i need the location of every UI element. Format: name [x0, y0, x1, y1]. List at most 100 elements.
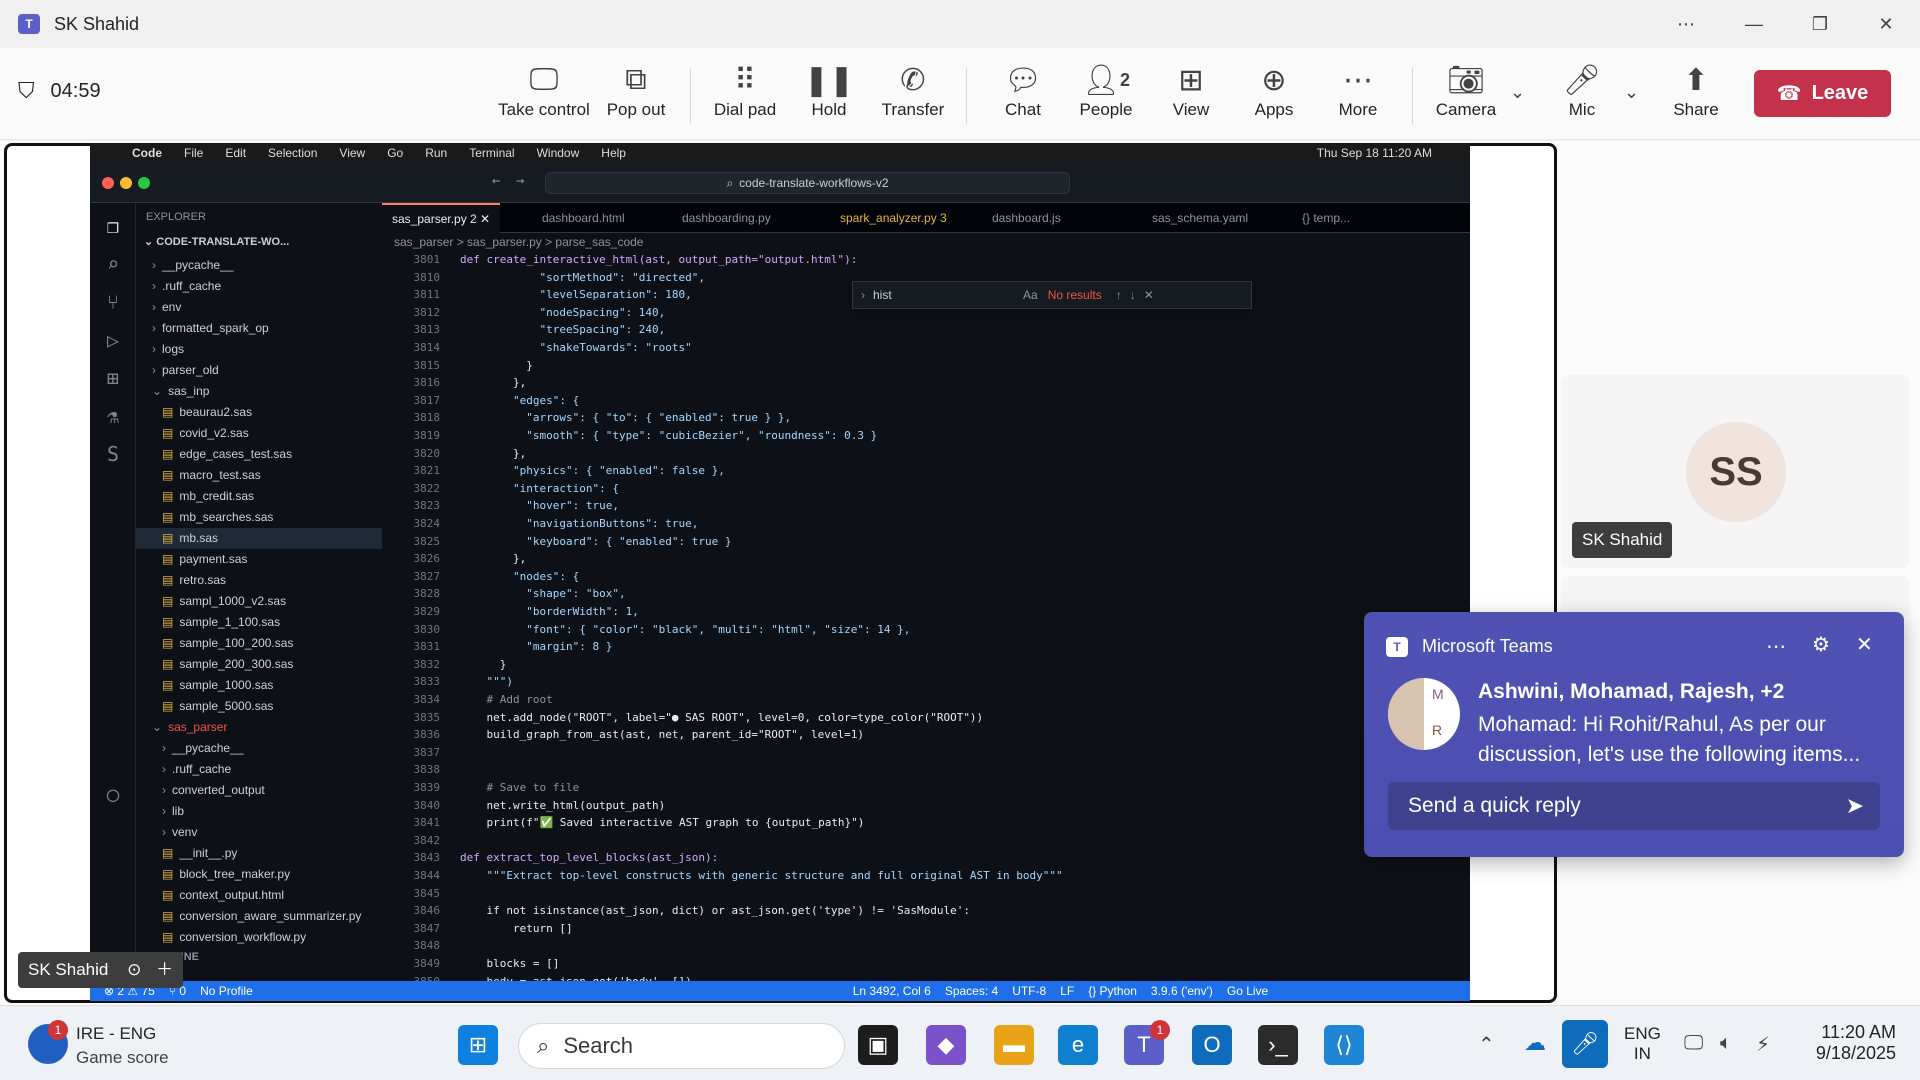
expand-replace-icon[interactable]: › — [861, 288, 865, 302]
mac-close-dot[interactable] — [102, 177, 114, 189]
go-live-status[interactable]: Go Live — [1227, 984, 1268, 998]
tab-dashboard-html[interactable]: dashboard.html — [532, 203, 635, 233]
pin-icon[interactable]: ⊙ — [127, 960, 141, 979]
folder-item[interactable]: › venv — [136, 822, 382, 843]
file-item[interactable]: ▤ context_output.html — [136, 885, 382, 906]
notification-settings-icon[interactable]: ⚙ — [1812, 632, 1830, 657]
folder-item[interactable]: › .ruff_cache — [136, 276, 382, 297]
language-indicator[interactable]: ENG IN — [1624, 1024, 1661, 1064]
interpreter-status[interactable]: 3.9.6 ('env') — [1151, 984, 1213, 998]
find-input[interactable]: hist — [873, 288, 1023, 302]
menu-selection[interactable]: Selection — [268, 146, 317, 160]
show-hidden-icons-icon[interactable]: ⌃ — [1478, 1032, 1495, 1057]
command-center-search[interactable]: ⌕ code-translate-workflows-v2 — [545, 172, 1070, 194]
participant-tile-2[interactable] — [1561, 576, 1910, 616]
close-button[interactable]: ✕ — [1856, 0, 1916, 48]
tab-temp[interactable]: {} temp... — [1292, 203, 1360, 233]
file-item[interactable]: ▤ conversion_aware_summarizer.py — [136, 906, 382, 927]
folder-item[interactable]: › parser_old — [136, 360, 382, 381]
next-match-icon[interactable]: ↓ — [1130, 288, 1136, 302]
pop-out-button[interactable]: ⧉ Pop out — [604, 60, 668, 132]
file-item[interactable]: ▤ payment.sas — [136, 549, 382, 570]
encoding-status[interactable]: UTF-8 — [1012, 984, 1046, 998]
file-item[interactable]: ▤ sample_100_200.sas — [136, 633, 382, 654]
file-item[interactable]: ▤ mb.sas — [136, 528, 382, 549]
file-item[interactable]: ▤ edge_cases_test.sas — [136, 444, 382, 465]
project-root[interactable]: ⌄ CODE-TRANSLATE-WO... — [144, 235, 289, 248]
file-item[interactable]: ▤ conversion_workflow.py — [136, 927, 382, 948]
folder-item[interactable]: › logs — [136, 339, 382, 360]
mic-options-chevron-icon[interactable]: ⌄ — [1624, 82, 1639, 103]
dial-pad-button[interactable]: ⠿ Dial pad — [712, 60, 778, 132]
file-item[interactable]: ▤ retro.sas — [136, 570, 382, 591]
send-icon[interactable]: ➤ — [1846, 793, 1864, 819]
transfer-button[interactable]: ✆ Transfer — [880, 60, 946, 132]
eol-status[interactable]: LF — [1060, 984, 1074, 998]
file-explorer-icon[interactable]: ▬ — [994, 1025, 1034, 1065]
widget-title[interactable]: IRE - ENG — [76, 1024, 156, 1044]
folder-item[interactable]: › __pycache__ — [136, 738, 382, 759]
breadcrumb[interactable]: sas_parser > sas_parser.py > parse_sas_c… — [382, 233, 1470, 251]
run-debug-icon[interactable]: ▷ — [102, 329, 124, 351]
share-button[interactable]: ⬆ Share — [1666, 60, 1726, 132]
menu-terminal[interactable]: Terminal — [469, 146, 514, 160]
camera-button[interactable]: 📷︎ Camera — [1434, 60, 1498, 132]
file-item[interactable]: ▤ sample_200_300.sas — [136, 654, 382, 675]
notification-close-icon[interactable]: ✕ — [1856, 632, 1873, 657]
edge-icon[interactable]: e — [1058, 1025, 1098, 1065]
file-item[interactable]: ▤ sample_1000.sas — [136, 675, 382, 696]
file-item[interactable]: ▤ sample_5000.sas — [136, 696, 382, 717]
code-view[interactable]: 3801 def create_interactive_html(ast, out… — [382, 251, 1342, 988]
more-options-icon[interactable]: ⋯ — [1656, 0, 1716, 48]
file-item[interactable]: ▤ __init__.py — [136, 843, 382, 864]
menu-file[interactable]: File — [184, 146, 203, 160]
camera-options-chevron-icon[interactable]: ⌄ — [1510, 82, 1525, 103]
start-icon[interactable]: ⊞ — [458, 1025, 498, 1065]
folder-item[interactable]: › lib — [136, 801, 382, 822]
system-clock[interactable]: 11:20 AM 9/18/2025 — [1796, 1022, 1896, 1064]
file-item[interactable]: ▤ sampl_1000_v2.sas — [136, 591, 382, 612]
mac-zoom-dot[interactable] — [138, 177, 150, 189]
onedrive-icon[interactable]: ☁ — [1524, 1030, 1546, 1056]
folder-item[interactable]: ⌄ sas_inp — [136, 381, 382, 402]
battery-icon[interactable]: ⚡︎ — [1756, 1032, 1770, 1057]
file-item[interactable]: ▤ beaurau2.sas — [136, 402, 382, 423]
terminal-icon[interactable]: ›_ — [1258, 1025, 1298, 1065]
folder-item[interactable]: › __pycache__ — [136, 255, 382, 276]
restore-button[interactable]: ❐ — [1790, 0, 1850, 48]
apps-button[interactable]: ⊕ Apps — [1248, 60, 1300, 132]
extensions-icon[interactable]: ⊞ — [102, 367, 124, 389]
sas-extension-icon[interactable]: S — [102, 443, 124, 465]
folder-item[interactable]: ⌄ sas_parser — [136, 717, 382, 738]
folder-item[interactable]: › env — [136, 297, 382, 318]
people-button[interactable]: 👤︎ 2 People — [1076, 60, 1136, 132]
menu-view[interactable]: View — [339, 146, 365, 160]
menu-window[interactable]: Window — [537, 146, 580, 160]
hold-button[interactable]: ❚❚ Hold — [804, 60, 854, 132]
volume-icon[interactable]: 🔈︎ — [1720, 1032, 1732, 1055]
menu-run[interactable]: Run — [425, 146, 447, 160]
teams-notification[interactable]: T Microsoft Teams ⋯ ⚙ ✕ M R Ashwini, Moh… — [1364, 612, 1904, 857]
taskbar-search[interactable]: ⌕ Search — [518, 1023, 845, 1069]
tab-sas-schema[interactable]: sas_schema.yaml — [1142, 203, 1258, 233]
mic-button[interactable]: 🎤︎ Mic — [1562, 60, 1602, 132]
file-item[interactable]: ▤ block_tree_maker.py — [136, 864, 382, 885]
menu-go[interactable]: Go — [387, 146, 403, 160]
view-button[interactable]: ⊞ View — [1166, 60, 1216, 132]
language-status[interactable]: {} Python — [1088, 984, 1137, 998]
forward-arrow-icon[interactable]: → — [516, 173, 524, 189]
close-find-icon[interactable]: ✕ — [1144, 288, 1154, 302]
outlook-icon[interactable]: O — [1192, 1025, 1232, 1065]
chat-button[interactable]: 💬︎ Chat — [998, 60, 1048, 132]
folder-item[interactable]: › converted_output — [136, 780, 382, 801]
profile-status[interactable]: No Profile — [200, 984, 253, 998]
m365-icon[interactable]: ◆ — [926, 1025, 966, 1065]
explorer-icon[interactable]: ❐ — [102, 215, 124, 237]
quick-reply-input[interactable]: Send a quick reply ➤ — [1388, 782, 1880, 830]
menu-code[interactable]: Code — [132, 146, 162, 160]
indentation-status[interactable]: Spaces: 4 — [945, 984, 998, 998]
folder-item[interactable]: › .ruff_cache — [136, 759, 382, 780]
file-item[interactable]: ▤ macro_test.sas — [136, 465, 382, 486]
vscode-taskbar-icon[interactable]: ⟨⟩ — [1324, 1025, 1364, 1065]
widget-subtitle[interactable]: Game score — [76, 1048, 169, 1068]
